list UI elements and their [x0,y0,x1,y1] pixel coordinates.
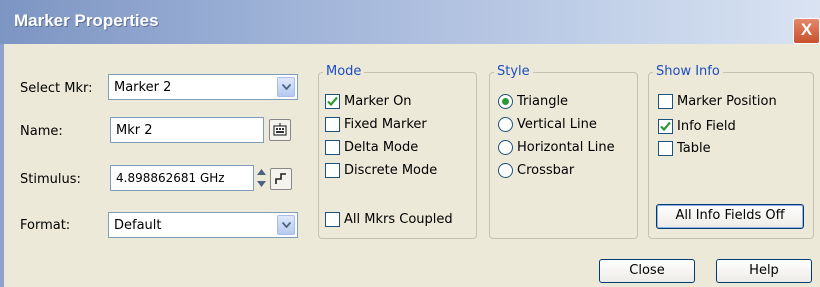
triangle-radio[interactable] [498,94,513,109]
info-field-label[interactable]: Info Field [677,119,736,134]
vertical-line-label[interactable]: Vertical Line [517,117,597,132]
info-field-checkbox[interactable] [658,119,673,134]
style-group-title: Style [494,64,533,79]
all-info-fields-off-button[interactable]: All Info Fields Off [656,204,804,229]
fixed-marker-checkbox[interactable] [325,117,340,132]
mode-group-title: Mode [323,64,365,79]
chevron-down-icon[interactable] [277,77,295,97]
step-button[interactable] [270,168,292,190]
chevron-down-icon[interactable] [277,215,295,235]
keyboard-button[interactable] [269,119,291,141]
stimulus-value: 4.898862681 GHz [116,171,225,185]
select-marker-value: Marker 2 [114,80,172,95]
delta-mode-label[interactable]: Delta Mode [344,140,418,155]
checkmark-icon [660,121,671,132]
close-button[interactable]: Close [599,259,695,283]
select-marker-label: Select Mkr: [20,81,93,96]
keyboard-icon [273,123,287,136]
horizontal-line-radio[interactable] [498,140,513,155]
name-value: Mkr 2 [116,123,153,138]
spinner-arrows-icon[interactable] [256,165,267,191]
window-close-button[interactable]: X [793,18,820,44]
marker-on-label[interactable]: Marker On [344,94,412,109]
delta-mode-checkbox[interactable] [325,140,340,155]
radio-dot [502,98,509,105]
vertical-line-radio[interactable] [498,117,513,132]
marker-on-checkbox[interactable] [325,94,340,109]
checkmark-icon [327,96,338,107]
window-title: Marker Properties [14,11,159,30]
name-input[interactable]: Mkr 2 [110,117,264,143]
title-bar: Marker Properties X [0,0,820,44]
all-mkrs-coupled-checkbox[interactable] [325,212,340,227]
format-dropdown[interactable]: Default [108,212,298,238]
triangle-label[interactable]: Triangle [517,94,568,109]
format-label: Format: [20,218,71,233]
select-marker-dropdown[interactable]: Marker 2 [108,74,298,100]
horizontal-line-label[interactable]: Horizontal Line [517,140,615,155]
stimulus-input[interactable]: 4.898862681 GHz [110,165,254,191]
window-frame [0,44,4,287]
name-label: Name: [20,124,63,139]
discrete-mode-label[interactable]: Discrete Mode [344,163,437,178]
discrete-mode-checkbox[interactable] [325,163,340,178]
stimulus-label: Stimulus: [20,172,81,187]
marker-position-checkbox[interactable] [658,94,673,109]
marker-position-label[interactable]: Marker Position [677,94,777,109]
show-info-group-title: Show Info [653,64,723,79]
help-button[interactable]: Help [716,259,812,283]
all-mkrs-coupled-label[interactable]: All Mkrs Coupled [344,212,453,227]
table-checkbox[interactable] [658,141,673,156]
stimulus-spinner[interactable] [256,165,267,191]
fixed-marker-label[interactable]: Fixed Marker [344,117,427,132]
crossbar-label[interactable]: Crossbar [517,163,574,178]
crossbar-radio[interactable] [498,163,513,178]
step-icon [275,173,286,184]
format-value: Default [114,218,162,233]
table-label[interactable]: Table [677,141,711,156]
